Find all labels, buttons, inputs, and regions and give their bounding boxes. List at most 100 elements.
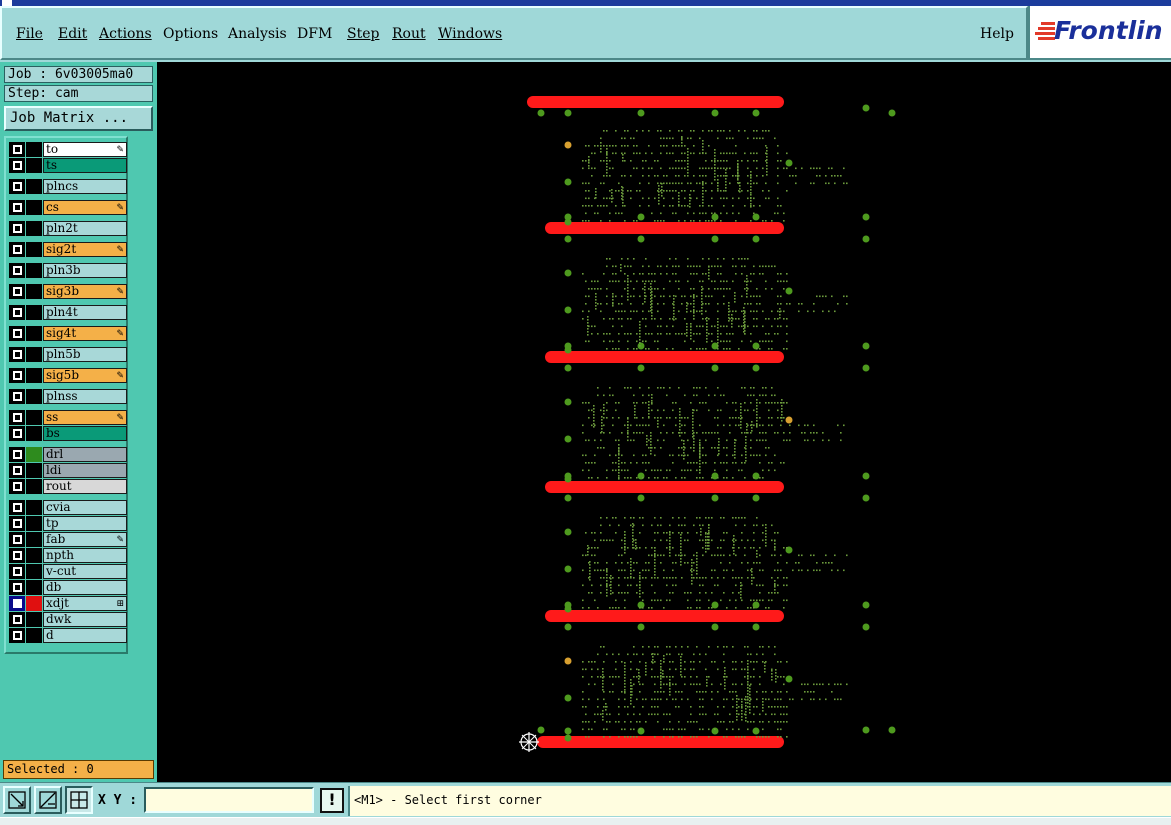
- layer-color-swatch[interactable]: [26, 158, 42, 173]
- layer-name[interactable]: cvia: [43, 500, 127, 515]
- layer-name[interactable]: ldi: [43, 463, 127, 478]
- job-matrix-button[interactable]: Job Matrix ...: [4, 106, 153, 131]
- layer-name[interactable]: db: [43, 580, 127, 595]
- layer-color-swatch[interactable]: [26, 426, 42, 441]
- layer-checkbox[interactable]: [9, 596, 25, 611]
- layer-row-ss[interactable]: ss ✎: [9, 410, 127, 425]
- layer-row-sig3b[interactable]: sig3b ✎: [9, 284, 127, 299]
- menu-analysis[interactable]: Analysis: [228, 26, 287, 42]
- layer-color-swatch[interactable]: [26, 612, 42, 627]
- layer-row-ldi[interactable]: ldi: [9, 463, 127, 478]
- layer-color-swatch[interactable]: [26, 347, 42, 362]
- layer-row-ts[interactable]: ts: [9, 158, 127, 173]
- layer-color-swatch[interactable]: [26, 500, 42, 515]
- layer-row-sig2t[interactable]: sig2t ✎: [9, 242, 127, 257]
- layer-color-swatch[interactable]: [26, 596, 42, 611]
- menu-rout[interactable]: Rout: [392, 26, 426, 42]
- board-view[interactable]: [157, 62, 1171, 782]
- layer-checkbox[interactable]: [9, 532, 25, 547]
- layer-color-swatch[interactable]: [26, 326, 42, 341]
- layer-checkbox[interactable]: [9, 305, 25, 320]
- layer-name[interactable]: drl: [43, 447, 127, 462]
- layer-color-swatch[interactable]: [26, 305, 42, 320]
- layer-checkbox[interactable]: [9, 612, 25, 627]
- layer-name[interactable]: to ✎: [43, 142, 127, 157]
- layer-row-fab[interactable]: fab ✎: [9, 532, 127, 547]
- layer-name[interactable]: pln2t: [43, 221, 127, 236]
- layer-row-bs[interactable]: bs: [9, 426, 127, 441]
- layer-color-swatch[interactable]: [26, 564, 42, 579]
- layer-name[interactable]: tp: [43, 516, 127, 531]
- layer-name[interactable]: xdjt ⊞: [43, 596, 127, 611]
- layer-name[interactable]: sig3b ✎: [43, 284, 127, 299]
- layer-name[interactable]: sig5b ✎: [43, 368, 127, 383]
- layer-row-db[interactable]: db: [9, 580, 127, 595]
- layer-color-swatch[interactable]: [26, 479, 42, 494]
- layer-checkbox[interactable]: [9, 200, 25, 215]
- layer-color-swatch[interactable]: [26, 142, 42, 157]
- layer-row-pln2t[interactable]: pln2t: [9, 221, 127, 236]
- layer-color-swatch[interactable]: [26, 580, 42, 595]
- layer-checkbox[interactable]: [9, 263, 25, 278]
- layer-checkbox[interactable]: [9, 368, 25, 383]
- layer-row-cs[interactable]: cs ✎: [9, 200, 127, 215]
- layer-color-swatch[interactable]: [26, 389, 42, 404]
- layer-name[interactable]: v-cut: [43, 564, 127, 579]
- menu-file[interactable]: File: [16, 26, 43, 42]
- layer-checkbox[interactable]: [9, 516, 25, 531]
- layer-checkbox[interactable]: [9, 479, 25, 494]
- layer-color-swatch[interactable]: [26, 263, 42, 278]
- layer-color-swatch[interactable]: [26, 516, 42, 531]
- layer-name[interactable]: ts: [43, 158, 127, 173]
- layer-name[interactable]: dwk: [43, 612, 127, 627]
- layer-name[interactable]: plnss: [43, 389, 127, 404]
- layer-row-tp[interactable]: tp: [9, 516, 127, 531]
- layer-checkbox[interactable]: [9, 426, 25, 441]
- layer-checkbox[interactable]: [9, 628, 25, 643]
- layer-row-to[interactable]: to ✎: [9, 142, 127, 157]
- snap-grid-button[interactable]: [65, 786, 93, 814]
- menu-actions[interactable]: Actions: [99, 26, 152, 42]
- layer-checkbox[interactable]: [9, 179, 25, 194]
- layer-name[interactable]: pln5b: [43, 347, 127, 362]
- menu-edit[interactable]: Edit: [58, 26, 87, 42]
- graphic-canvas[interactable]: [157, 62, 1171, 782]
- layer-row-rout[interactable]: rout: [9, 479, 127, 494]
- layer-row-v-cut[interactable]: v-cut: [9, 564, 127, 579]
- menu-help[interactable]: Help: [980, 26, 1014, 42]
- layer-row-plncs[interactable]: plncs: [9, 179, 127, 194]
- layer-name[interactable]: npth: [43, 548, 127, 563]
- menu-windows[interactable]: Windows: [438, 26, 502, 42]
- layer-checkbox[interactable]: [9, 347, 25, 362]
- layer-name[interactable]: sig4t ✎: [43, 326, 127, 341]
- layer-row-sig5b[interactable]: sig5b ✎: [9, 368, 127, 383]
- layer-checkbox[interactable]: [9, 158, 25, 173]
- layer-row-pln5b[interactable]: pln5b: [9, 347, 127, 362]
- layer-checkbox[interactable]: [9, 142, 25, 157]
- layer-row-pln4t[interactable]: pln4t: [9, 305, 127, 320]
- layer-name[interactable]: plncs: [43, 179, 127, 194]
- xy-input[interactable]: [144, 787, 314, 813]
- layer-checkbox[interactable]: [9, 447, 25, 462]
- layer-checkbox[interactable]: [9, 410, 25, 425]
- layer-color-swatch[interactable]: [26, 200, 42, 215]
- zoom-extents-button[interactable]: [3, 786, 31, 814]
- layer-row-drl[interactable]: drl: [9, 447, 127, 462]
- layer-checkbox[interactable]: [9, 580, 25, 595]
- layer-color-swatch[interactable]: [26, 628, 42, 643]
- measure-button[interactable]: [34, 786, 62, 814]
- layer-checkbox[interactable]: [9, 389, 25, 404]
- layer-checkbox[interactable]: [9, 326, 25, 341]
- layer-row-sig4t[interactable]: sig4t ✎: [9, 326, 127, 341]
- layer-color-swatch[interactable]: [26, 242, 42, 257]
- alert-button[interactable]: !: [320, 788, 344, 813]
- layer-checkbox[interactable]: [9, 564, 25, 579]
- layer-row-dwk[interactable]: dwk: [9, 612, 127, 627]
- layer-row-cvia[interactable]: cvia: [9, 500, 127, 515]
- layer-color-swatch[interactable]: [26, 410, 42, 425]
- layer-name[interactable]: sig2t ✎: [43, 242, 127, 257]
- layer-row-d[interactable]: d: [9, 628, 127, 643]
- layer-name[interactable]: rout: [43, 479, 127, 494]
- layer-color-swatch[interactable]: [26, 532, 42, 547]
- layer-checkbox[interactable]: [9, 284, 25, 299]
